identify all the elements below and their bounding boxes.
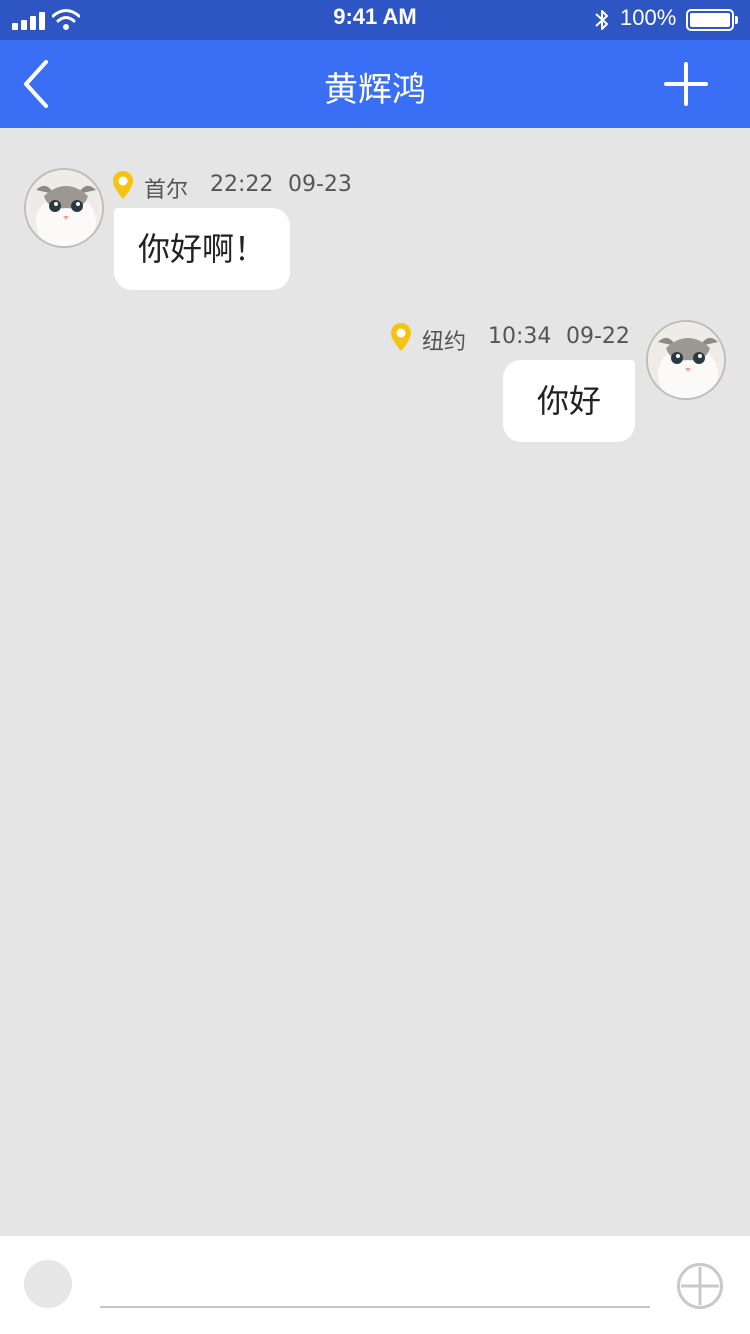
avatar[interactable] — [24, 168, 104, 248]
message-time: 22:22 — [210, 172, 274, 197]
voice-button[interactable] — [24, 1260, 72, 1308]
message-date: 09-23 — [288, 172, 352, 197]
input-bar — [0, 1236, 750, 1334]
message-location: 纽约 — [422, 330, 467, 355]
message-date: 09-22 — [566, 324, 630, 349]
plus-circle-icon[interactable] — [676, 1262, 724, 1310]
message-location: 首尔 — [144, 178, 189, 203]
message-input[interactable] — [100, 1262, 650, 1308]
nav-bar: 黄辉鸿 — [0, 40, 750, 128]
location-pin-icon — [113, 171, 133, 199]
battery-percentage: 100% — [620, 5, 677, 30]
status-bar: 9:41 AM 100% — [0, 0, 750, 40]
bluetooth-icon — [595, 10, 608, 30]
message-bubble[interactable]: 你好 — [503, 360, 635, 442]
cat-avatar-icon — [648, 322, 724, 398]
location-pin-icon — [391, 323, 411, 351]
message-meta: 首尔 22:22 09-23 — [112, 170, 372, 203]
message-time: 10:34 — [488, 324, 552, 349]
avatar[interactable] — [646, 320, 726, 400]
message-bubble[interactable]: 你好啊！ — [114, 208, 290, 290]
cat-avatar-icon — [26, 170, 102, 246]
battery-fill — [690, 13, 730, 27]
page-title: 黄辉鸿 — [324, 70, 426, 110]
add-button[interactable] — [656, 54, 716, 114]
message-meta: 纽约 10:34 09-22 — [390, 322, 640, 355]
battery-icon — [686, 9, 738, 31]
